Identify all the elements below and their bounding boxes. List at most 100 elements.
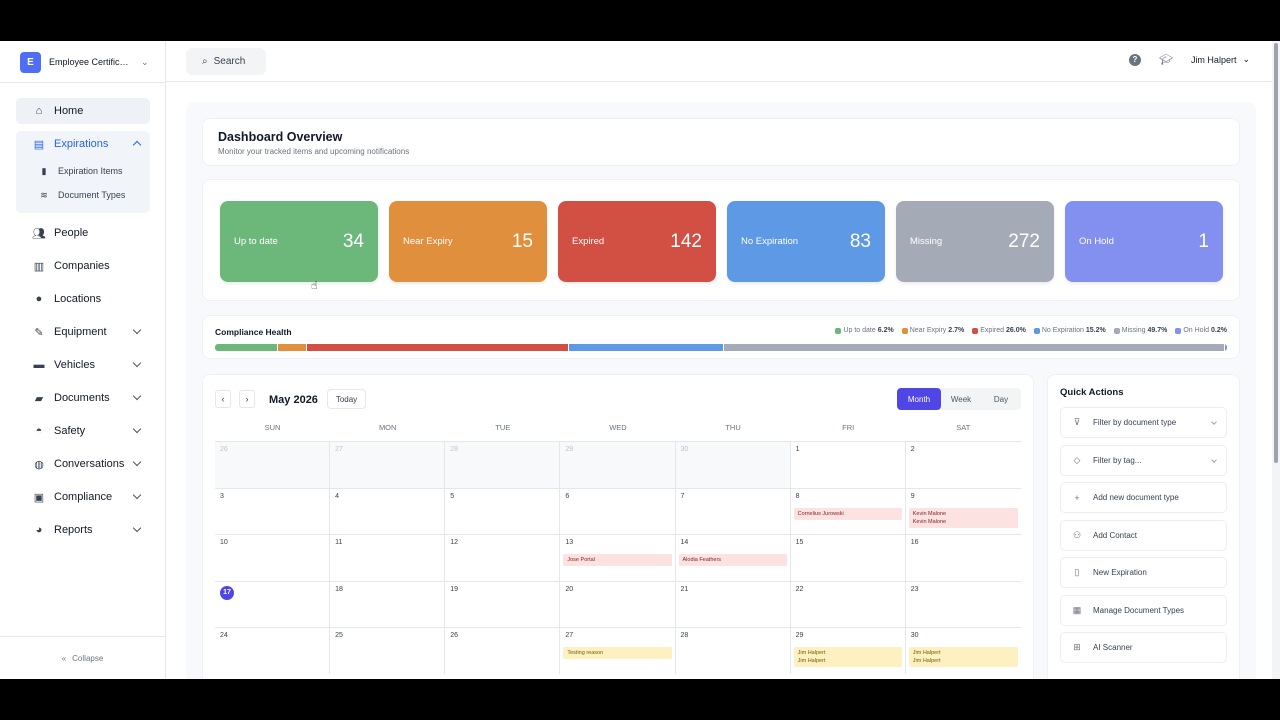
day-number: 24 <box>220 632 228 639</box>
quick-action-add-contact[interactable]: ⚇ Add Contact <box>1060 519 1227 551</box>
calendar-event[interactable]: Kevin Malone Kevin Malone <box>908 507 1018 528</box>
stat-card-missing[interactable]: Missing 272 <box>896 201 1054 282</box>
calendar-day[interactable]: 25 <box>330 628 446 674</box>
calendar-day[interactable]: 27 <box>330 442 446 488</box>
stat-card-on-hold[interactable]: On Hold 1 <box>1065 201 1223 282</box>
calendar-day[interactable]: 21 <box>676 581 791 627</box>
calendar-event[interactable]: Jim Halpert Jim Halpert <box>793 647 902 667</box>
calendar-day[interactable]: 4 <box>330 488 446 534</box>
calendar-event[interactable]: Cornelius Jurowski <box>793 507 902 520</box>
today-button[interactable]: Today <box>327 389 366 409</box>
sidebar-item-documents[interactable]: ▰ Documents <box>16 385 150 411</box>
sidebar-item-conversations[interactable]: ◍ Conversations <box>16 451 150 477</box>
calendar-day[interactable]: 24 <box>215 628 331 674</box>
calendar-day[interactable]: 28 <box>676 628 791 674</box>
calendar-day[interactable]: 27 Testing reason <box>560 628 676 674</box>
sidebar-item-vehicles[interactable]: ▬ Vehicles <box>16 352 150 378</box>
overview-header: Dashboard Overview Monitor your tracked … <box>202 118 1240 166</box>
calendar-day[interactable]: 9 Kevin Malone Kevin Malone <box>906 489 1021 535</box>
stat-card-expired[interactable]: Expired 142 <box>558 201 716 282</box>
day-number: 29 <box>795 632 804 639</box>
calendar-event[interactable]: Jim Halpert Jim Halpert <box>908 647 1018 667</box>
scrollbar-thumb[interactable] <box>1274 43 1278 463</box>
sidebar-subitem-document-types[interactable]: ≋ Document Types <box>16 183 150 207</box>
calendar-event[interactable]: Alodia Feathers <box>678 554 787 566</box>
sidebar-item-label: Safety <box>54 425 86 437</box>
quick-action-new-expiration[interactable]: ▯ New Expiration <box>1060 557 1227 588</box>
calendar-day[interactable]: 23 <box>906 582 1021 628</box>
view-month-button[interactable]: Month <box>897 388 941 410</box>
calendar-day[interactable]: 18 <box>330 581 446 627</box>
calendar-day[interactable]: 3 <box>215 488 331 534</box>
legend-label: No Expiration <box>1041 327 1084 334</box>
calendar-day[interactable]: 13 Jose Portal <box>560 535 676 581</box>
calendar-day[interactable]: 19 <box>445 581 561 627</box>
legend-item: Missing 49.7% <box>1113 327 1168 334</box>
sidebar-subitem-expiration-items[interactable]: ▮ Expiration Items <box>16 159 150 183</box>
day-number: 12 <box>450 539 459 546</box>
scrollbar[interactable] <box>1272 41 1280 679</box>
view-week-button[interactable]: Week <box>941 388 981 410</box>
sidebar-item-home[interactable]: ⌂ Home <box>16 98 150 124</box>
collapse-button[interactable]: « Collapse <box>0 636 165 679</box>
legend-percent: 2.7% <box>948 327 965 334</box>
calendar-day[interactable]: 10 <box>215 535 331 581</box>
calendar-day[interactable]: 8 Cornelius Jurowski <box>791 488 906 534</box>
prev-month-button[interactable]: ‹ <box>215 390 231 408</box>
workspace-switcher[interactable]: E Employee Certificatio... ⌄ <box>20 51 149 73</box>
quick-action-ai-scanner[interactable]: ⊞ AI Scanner <box>1060 632 1227 663</box>
calendar-day[interactable]: 30 Jim Halpert Jim Halpert <box>906 628 1021 674</box>
calendar-day[interactable]: 29 Jim Halpert Jim Halpert <box>791 628 906 674</box>
legend-percent: 49.7% <box>1147 327 1168 334</box>
sidebar-item-label: Reports <box>54 524 93 536</box>
sidebar-item-people[interactable]: 👥︎ People <box>16 220 150 246</box>
quick-action-label: AI Scanner <box>1093 643 1133 652</box>
calendar-day[interactable]: 5 <box>445 488 561 534</box>
sidebar-item-compliance[interactable]: ▣ Compliance <box>16 484 150 510</box>
search-button[interactable]: ⌕ Search <box>186 48 266 75</box>
stat-card-near-expiry[interactable]: Near Expiry 15 <box>389 201 547 282</box>
calendar-day[interactable]: 26 <box>445 628 561 674</box>
sidebar-item-companies[interactable]: ▥ Companies <box>16 253 150 279</box>
sidebar-item-equipment[interactable]: ✎ Equipment <box>16 319 150 345</box>
calendar-day[interactable]: 26 <box>215 442 331 488</box>
stat-card-no-expiration[interactable]: No Expiration 83 <box>727 201 885 282</box>
calendar-day[interactable]: 16 <box>906 535 1021 581</box>
calendar-day[interactable]: 17 <box>215 581 331 627</box>
calendar-day[interactable]: 7 <box>676 488 791 534</box>
calendar-day[interactable]: 1 <box>791 442 906 488</box>
help-icon[interactable]: ? <box>1128 53 1141 66</box>
calendar-event[interactable]: Jose Portal <box>563 554 672 566</box>
calendar-day[interactable]: 20 <box>560 581 676 627</box>
quick-action-filter-by-tag[interactable]: ◇ Filter by tag... <box>1060 444 1227 476</box>
calendar-day[interactable]: 14 Alodia Feathers <box>676 535 791 581</box>
calendar-day[interactable]: 22 <box>791 581 906 627</box>
user-menu[interactable]: Jim Halpert ⌄ <box>1191 54 1250 65</box>
quick-action-add-new-document-type[interactable]: + Add new document type <box>1060 482 1227 513</box>
view-day-button[interactable]: Day <box>981 388 1021 410</box>
calendar-day[interactable]: 11 <box>330 535 446 581</box>
calendar-day[interactable]: 2 <box>906 442 1021 488</box>
calendar-day[interactable]: 30 <box>675 442 791 488</box>
calendar-day[interactable]: 15 <box>791 535 906 581</box>
stat-card-up-to-date[interactable]: Up to date 34 <box>220 201 378 282</box>
next-month-button[interactable]: › <box>239 390 255 408</box>
calendar-day[interactable]: 29 <box>560 442 676 488</box>
sidebar-item-safety[interactable]: ◓ Safety <box>16 418 150 444</box>
topbar-actions: ? 🎓︎ Jim Halpert ⌄ <box>1128 53 1250 66</box>
quick-action-filter-by-document-type[interactable]: ⊽ Filter by document type <box>1060 407 1227 438</box>
calendar-day[interactable]: 12 <box>445 535 561 581</box>
graduation-cap-icon[interactable]: 🎓︎ <box>1159 53 1173 66</box>
page-title: Dashboard Overview <box>218 130 343 144</box>
calendar-day[interactable]: 6 <box>560 488 676 534</box>
quick-action-manage-document-types[interactable]: ▦ Manage Document Types <box>1060 594 1227 626</box>
calendar-event[interactable]: Testing reason <box>563 647 672 659</box>
quick-action-icon: ⚇ <box>1072 529 1082 540</box>
day-number: 5 <box>450 492 455 500</box>
sidebar-item-expirations[interactable]: ▤ Expirations <box>16 131 150 157</box>
legend-label: Up to date <box>843 327 876 334</box>
calendar-day[interactable]: 28 <box>445 442 561 488</box>
sidebar-item-reports[interactable]: ◕ Reports <box>16 517 150 543</box>
legend-label: Missing <box>1121 327 1146 334</box>
sidebar-item-locations[interactable]: ● Locations <box>16 286 150 312</box>
